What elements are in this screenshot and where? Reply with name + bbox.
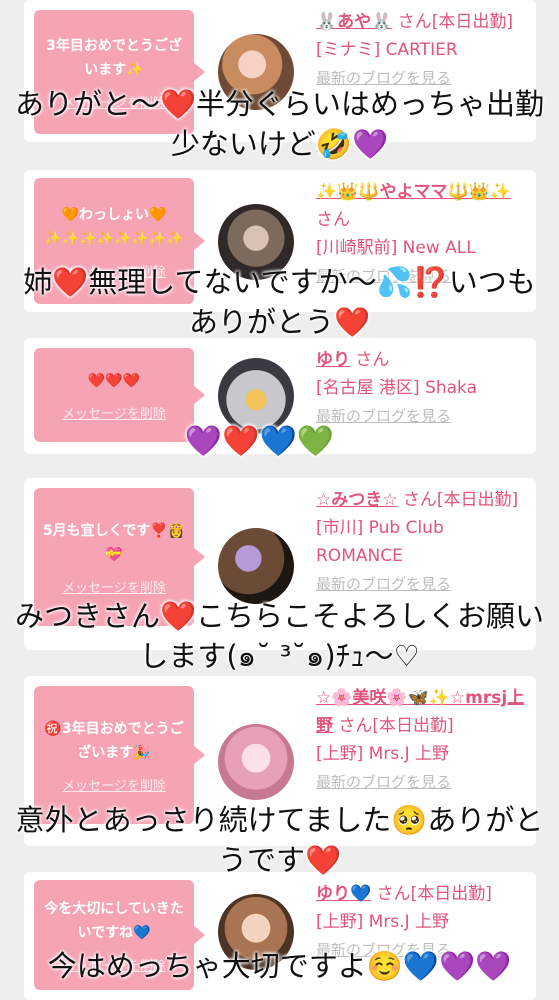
cast-name-link[interactable]: 🐰あや🐰 [316, 12, 392, 32]
shop-name[interactable]: [川崎駅前] New ALL [316, 238, 476, 258]
shop-name[interactable]: [上野] Mrs.J 上野 [316, 744, 449, 764]
cast-name-link[interactable]: ☆みつき☆ [316, 490, 397, 510]
caption-overlay: みつきさん❤️こちらこそよろしくお願いします(๑˘ ³˘๑)ﾁｭ〜♡ [14, 599, 545, 673]
message-text: 🧡わっしょい🧡✨✨✨✨✨✨✨✨ [44, 206, 184, 247]
cast-info: 🐰あや🐰 さん[本日出勤] [ミナミ] CARTIER 最新のブログを見る [316, 8, 530, 92]
avatar[interactable] [218, 528, 294, 604]
shop-name[interactable]: [上野] Mrs.J 上野 [316, 912, 449, 932]
shop-name[interactable]: [市川] Pub Club ROMANCE [316, 518, 444, 566]
delete-message-link[interactable]: メッセージを削除 [62, 403, 166, 422]
avatar[interactable] [218, 724, 294, 800]
message-text: ❤️❤️❤️ [87, 372, 141, 389]
caption-overlay: 今はめっちゃ大切ですよ☺️💙💜💜 [47, 949, 512, 983]
cast-info: ☆みつき☆ さん[本日出勤] [市川] Pub Club ROMANCE 最新の… [316, 486, 530, 598]
shop-name[interactable]: [ミナミ] CARTIER [316, 40, 458, 60]
cast-info: ゆり さん [名古屋 港区] Shaka 最新のブログを見る [316, 346, 530, 430]
message-text: 3年目おめでとうございます✨ [46, 37, 182, 78]
shop-name[interactable]: [名古屋 港区] Shaka [316, 378, 477, 398]
message-text: 今を大切にしていきたいですね💙 [44, 900, 184, 941]
message-text: 5月も宜しくです❣️👸💝 [42, 522, 186, 563]
cast-status: さん[本日出勤] [402, 490, 519, 510]
cast-name-link[interactable]: ゆり💙 [316, 884, 371, 904]
cast-status: さん[本日出勤] [397, 12, 514, 32]
caption-overlay: 意外とあっさり続けてました🥺ありがとうです❤️ [15, 803, 544, 877]
blog-link[interactable]: 最新のブログを見る [316, 773, 451, 791]
cast-status: さん [316, 210, 350, 230]
cast-name-link[interactable]: ゆり [316, 350, 350, 370]
blog-link[interactable]: 最新のブログを見る [316, 575, 451, 593]
delete-message-link[interactable]: メッセージを削除 [62, 577, 166, 596]
caption-overlay: 💜❤️💙💚 [184, 424, 335, 459]
caption-overlay: ありがと〜❤️半分ぐらいはめっちゃ出勤少ないけど🤣💜 [14, 87, 545, 161]
cast-status: さん [355, 350, 390, 370]
message-text: ㊗️3年目おめでとうございます🎉 [44, 720, 184, 761]
cast-status: さん[本日出勤] [376, 884, 492, 904]
cast-name-link[interactable]: ✨👑🔱やよママ🔱👑✨ [316, 182, 511, 202]
cast-info: ☆🌸美咲🌸🦋✨☆mrsj上野 さん[本日出勤] [上野] Mrs.J 上野 最新… [316, 684, 530, 796]
caption-overlay: 姉❤️無理してないですか〜💦⁉️いつもありがとう❤️ [23, 265, 536, 339]
delete-message-link[interactable]: メッセージを削除 [62, 775, 166, 794]
cast-status: さん[本日出勤] [338, 716, 454, 736]
